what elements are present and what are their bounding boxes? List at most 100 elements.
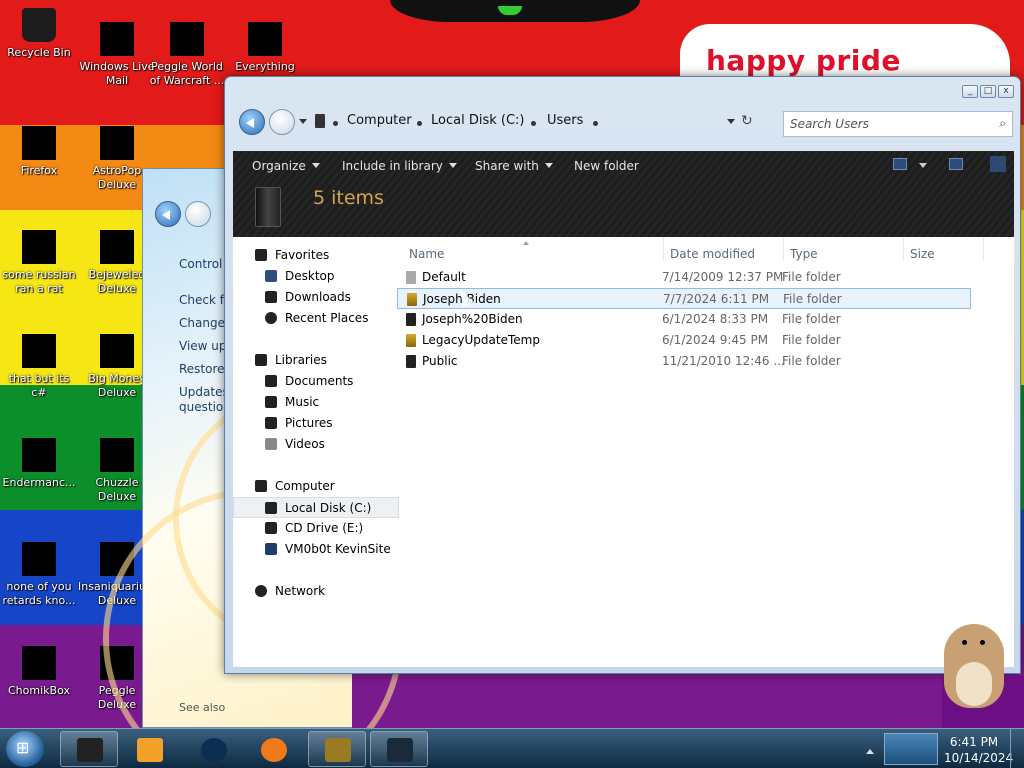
tray-app-icon[interactable] — [884, 733, 938, 765]
recent-pages-dropdown[interactable] — [299, 119, 307, 128]
taskbar-button-chomikbox[interactable] — [308, 731, 366, 767]
row-date: 7/14/2009 12:37 PM — [662, 270, 784, 284]
desktop-icon-label: Firefox — [20, 164, 58, 177]
astropop-icon — [100, 126, 134, 160]
bg-back-button[interactable] — [155, 201, 181, 227]
desktop-icon-label: Windows Live Mail — [79, 60, 155, 87]
taskbar-button-media-player[interactable] — [120, 731, 178, 767]
table-row[interactable]: Joseph Biden 7/7/2024 6:11 PM File folde… — [397, 288, 971, 309]
breadcrumb-users[interactable]: Users — [547, 113, 583, 128]
row-type: File folder — [783, 292, 842, 306]
nav-recent-places[interactable]: Recent Places — [233, 308, 399, 329]
nav-label: Documents — [285, 374, 354, 388]
desktop-icon-everything[interactable]: Everything — [226, 22, 304, 74]
taskbar-button-firefox[interactable] — [244, 731, 302, 767]
big-money-icon — [100, 334, 134, 368]
change-view-icon[interactable] — [893, 158, 907, 170]
breadcrumb-separator[interactable] — [417, 121, 422, 126]
refresh-icon[interactable]: ↻ — [741, 113, 753, 129]
windows-live-mail-icon — [100, 22, 134, 56]
nav-label: Music — [285, 395, 320, 409]
organize-label: Organize — [252, 159, 306, 173]
bg-forward-button[interactable] — [185, 201, 211, 227]
address-bar[interactable]: Computer Local Disk (C:) Users — [309, 110, 759, 134]
column-header-type[interactable]: Type — [790, 247, 818, 261]
desktop-icon-peggle-wow[interactable]: Peggle World of Warcraft ... — [148, 22, 226, 88]
search-input[interactable]: Search Users ⌕ — [783, 111, 1013, 137]
nav-pictures[interactable]: Pictures — [233, 413, 399, 434]
nav-computer[interactable]: Computer — [233, 476, 399, 497]
firefox-taskbar-icon — [261, 738, 287, 762]
breadcrumb-separator[interactable] — [333, 121, 338, 126]
show-hidden-icons-icon[interactable] — [866, 745, 874, 754]
top-vignette — [390, 0, 640, 22]
minimize-button[interactable]: _ — [962, 85, 978, 98]
desktop-icon-that-but-its[interactable]: that but its c# — [0, 334, 78, 400]
address-dropdown-icon[interactable] — [727, 119, 735, 128]
navigation-pane: Favorites Desktop Downloads Recent Place… — [233, 237, 401, 667]
nav-local-disk[interactable]: Local Disk (C:) — [233, 497, 399, 518]
nav-desktop[interactable]: Desktop — [233, 266, 399, 287]
show-desktop-button[interactable] — [1010, 729, 1024, 768]
file-list: Name Date modified Type Size Default 7/1… — [397, 237, 1014, 667]
back-button[interactable] — [239, 109, 265, 135]
column-header-date-modified[interactable]: Date modified — [670, 247, 755, 261]
column-header-name[interactable]: Name — [409, 247, 444, 261]
breadcrumb-computer[interactable]: Computer — [347, 113, 412, 128]
organize-button[interactable]: Organize — [252, 159, 320, 173]
bg-change-settings-link[interactable]: Change — [179, 316, 225, 330]
breadcrumb-separator[interactable] — [593, 121, 598, 126]
nav-downloads[interactable]: Downloads — [233, 287, 399, 308]
nav-libraries[interactable]: Libraries — [233, 350, 399, 371]
help-icon[interactable] — [990, 156, 1006, 172]
folder-icon — [406, 355, 416, 368]
desktop-icon-none-of-you[interactable]: none of you retards kno... — [0, 542, 78, 608]
share-with-button[interactable]: Share with — [475, 159, 553, 173]
folder-details-icon — [255, 187, 281, 227]
chomikbox-taskbar-icon — [325, 738, 351, 762]
column-header-size[interactable]: Size — [910, 247, 935, 261]
nav-favorites[interactable]: Favorites — [233, 245, 399, 266]
search-icon[interactable]: ⌕ — [999, 116, 1006, 131]
nav-network[interactable]: Network — [233, 581, 399, 602]
table-row[interactable]: Joseph%20Biden 6/1/2024 8:33 PM File fol… — [397, 309, 971, 330]
include-in-library-button[interactable]: Include in library — [342, 159, 457, 173]
column-divider[interactable] — [663, 237, 664, 261]
nav-vm-share[interactable]: VM0b0t KevinSite — [233, 539, 399, 560]
forward-button[interactable] — [269, 109, 295, 135]
breadcrumb-separator[interactable] — [531, 121, 536, 126]
close-button[interactable]: x — [998, 85, 1014, 98]
desktop-icon-some-russian[interactable]: some russian ran a rat — [0, 230, 78, 296]
row-name: Joseph%20Biden — [422, 312, 523, 326]
taskbar-button-explorer-window[interactable] — [370, 731, 428, 767]
explorer-window[interactable]: _ □ x Computer Local Disk (C:) Users ↻ S… — [224, 76, 1021, 674]
view-options-dropdown[interactable] — [919, 163, 927, 172]
desktop-icon-label: Endermanc... — [2, 476, 76, 489]
nav-videos[interactable]: Videos — [233, 434, 399, 455]
explorer-taskbar-icon — [77, 738, 103, 762]
column-divider[interactable] — [903, 237, 904, 261]
breadcrumb-local-disk[interactable]: Local Disk (C:) — [431, 113, 524, 128]
column-divider[interactable] — [783, 237, 784, 261]
nav-music[interactable]: Music — [233, 392, 399, 413]
table-row[interactable]: LegacyUpdateTemp 6/1/2024 9:45 PM File f… — [397, 330, 971, 351]
table-row[interactable]: Public 11/21/2010 12:46 ... File folder — [397, 351, 971, 372]
music-icon — [265, 396, 277, 408]
column-divider[interactable] — [983, 237, 984, 261]
taskbar-button-explorer[interactable] — [60, 731, 118, 767]
table-row[interactable]: Default 7/14/2009 12:37 PM File folder — [397, 267, 971, 288]
start-button[interactable] — [6, 731, 44, 767]
desktop-icon-recycle-bin[interactable]: Recycle Bin — [0, 8, 78, 60]
maximize-button[interactable]: □ — [980, 85, 996, 98]
taskbar-button-vmware[interactable] — [184, 731, 242, 767]
nav-documents[interactable]: Documents — [233, 371, 399, 392]
desktop-icon-windows-live-mail[interactable]: Windows Live Mail — [78, 22, 156, 88]
desktop-icon-endermanc[interactable]: Endermanc... — [0, 438, 78, 490]
new-folder-button[interactable]: New folder — [574, 159, 639, 173]
nav-cd-drive[interactable]: CD Drive (E:) — [233, 518, 399, 539]
desktop-icon-chomikbox[interactable]: ChomikBox — [0, 646, 78, 698]
folder-icon — [406, 271, 416, 284]
desktop-icon-firefox[interactable]: Firefox — [0, 126, 78, 178]
clock[interactable]: 6:41 PM 10/14/2024 — [944, 734, 1013, 766]
preview-pane-icon[interactable] — [949, 158, 963, 170]
